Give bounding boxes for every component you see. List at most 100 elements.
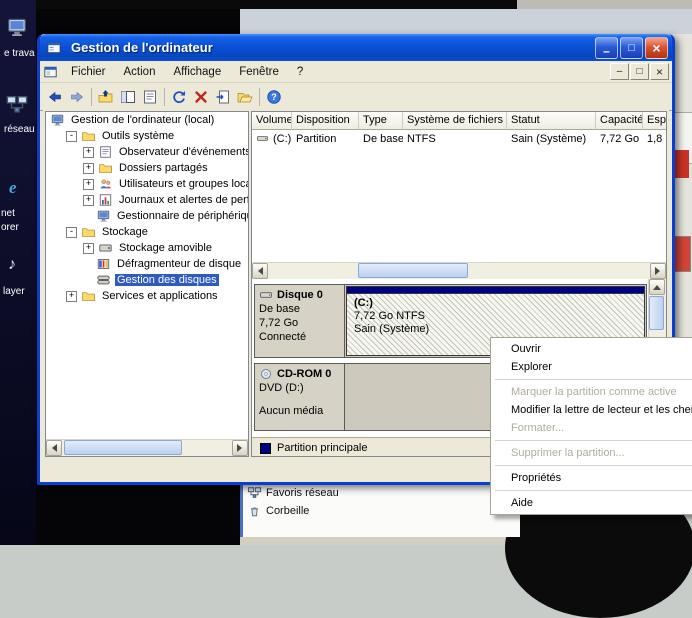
menu-action[interactable]: Action — [115, 64, 165, 80]
show-tree-button[interactable] — [117, 86, 139, 108]
tree-item-gestionnaire-peripheriques[interactable]: Gestionnaire de périphérique — [46, 208, 248, 224]
menu-item-proprietes[interactable]: Propriétés — [493, 469, 692, 487]
up-level-button[interactable] — [95, 86, 117, 108]
tree-item-defragmenteur[interactable]: Défragmenteur de disque — [46, 256, 248, 272]
my-computer-icon[interactable] — [5, 16, 29, 41]
menu-affichage[interactable]: Affichage — [164, 64, 230, 80]
scroll-left-button[interactable] — [46, 440, 62, 456]
recycle-bin-label: Corbeille — [266, 505, 309, 517]
cdrom-media-status: Aucun média — [259, 404, 344, 418]
help-button[interactable] — [263, 86, 285, 108]
tree-expander[interactable]: + — [83, 243, 94, 254]
menu-help[interactable]: ? — [288, 64, 312, 80]
refresh-button[interactable] — [168, 86, 190, 108]
mdi-minimize-button[interactable] — [610, 63, 629, 80]
mdi-restore-button[interactable] — [630, 63, 649, 80]
scrollbar-thumb[interactable] — [358, 263, 468, 278]
properties-button[interactable] — [139, 86, 161, 108]
export-list-button[interactable] — [212, 86, 234, 108]
network-places-label[interactable]: réseau — [4, 124, 35, 135]
column-type[interactable]: Type — [359, 112, 403, 130]
cdrom-name: CD-ROM 0 — [277, 367, 331, 381]
console-tree-pane[interactable]: Gestion de l'ordinateur (local) - Outils… — [45, 111, 249, 457]
volume-list[interactable]: (C:) Partition De base NTFS Sain (Systèm… — [252, 130, 666, 262]
tree-item-stockage[interactable]: - Stockage — [46, 224, 248, 240]
scroll-right-button[interactable] — [232, 440, 248, 456]
console-window-icon[interactable] — [43, 65, 58, 79]
menu-item-ouvrir[interactable]: Ouvrir — [493, 340, 692, 358]
internet-explorer-label-1[interactable]: net — [1, 208, 15, 219]
scrollbar-thumb[interactable] — [649, 296, 664, 330]
list-horizontal-scrollbar[interactable] — [252, 262, 666, 279]
tree-item-gestion-des-disques[interactable]: Gestion des disques — [46, 272, 248, 288]
cdrom-drive-letter: DVD (D:) — [259, 381, 344, 395]
defragmenter-icon — [96, 257, 111, 271]
menu-fenetre[interactable]: Fenêtre — [230, 64, 288, 80]
tree-item-computer-management-local[interactable]: Gestion de l'ordinateur (local) — [46, 112, 248, 128]
disk0-type: De base — [259, 302, 344, 316]
tree-expander[interactable]: + — [83, 147, 94, 158]
column-disposition[interactable]: Disposition — [292, 112, 359, 130]
tree-item-utilisateurs-groupes[interactable]: + Utilisateurs et groupes locau — [46, 176, 248, 192]
menu-item-explorer[interactable]: Explorer — [493, 358, 692, 376]
scroll-up-button[interactable] — [649, 279, 665, 295]
partition-size: 7,72 Go NTFS — [354, 310, 644, 323]
performance-icon — [98, 193, 113, 207]
scroll-right-button[interactable] — [650, 263, 666, 279]
column-statut[interactable]: Statut — [507, 112, 596, 130]
media-player-icon[interactable]: ♪ — [8, 256, 16, 274]
tree-item-observateur-evenements[interactable]: + Observateur d'événements — [46, 144, 248, 160]
cdrom-label-panel[interactable]: CD-ROM 0 DVD (D:) Aucun média — [255, 364, 345, 430]
volume-row-c[interactable]: (C:) Partition De base NTFS Sain (Systèm… — [252, 130, 666, 147]
tree-item-outils-systeme[interactable]: - Outils système — [46, 128, 248, 144]
scroll-left-button[interactable] — [252, 263, 268, 279]
tree-horizontal-scrollbar[interactable] — [46, 439, 248, 456]
background-window-edge — [240, 480, 243, 537]
tree-expander[interactable]: - — [66, 227, 77, 238]
network-favorites-label: Favoris réseau — [266, 487, 339, 499]
menu-fichier[interactable]: Fichier — [62, 64, 115, 80]
forward-button[interactable] — [66, 86, 88, 108]
tree-expander[interactable]: - — [66, 131, 77, 142]
tree-item-stockage-amovible[interactable]: + Stockage amovible — [46, 240, 248, 256]
open-button[interactable] — [234, 86, 256, 108]
fs-cell: NTFS — [403, 133, 507, 145]
window-title: Gestion de l'ordinateur — [71, 40, 593, 55]
disk0-label-panel[interactable]: Disque 0 De base 7,72 Go Connecté — [255, 285, 345, 357]
tree-item-journaux-alertes[interactable]: + Journaux et alertes de perfo — [46, 192, 248, 208]
column-espace[interactable]: Esp — [643, 112, 666, 130]
internet-explorer-label-2[interactable]: orer — [1, 222, 19, 233]
volume-list-header: Volume Disposition Type Système de fichi… — [252, 112, 666, 130]
tree-item-dossiers-partages[interactable]: + Dossiers partagés — [46, 160, 248, 176]
column-capacite[interactable]: Capacité — [596, 112, 643, 130]
my-computer-label[interactable]: e trava — [4, 48, 35, 59]
toolbar-separator — [91, 88, 92, 106]
column-volume[interactable]: Volume — [252, 112, 292, 130]
back-button[interactable] — [44, 86, 66, 108]
tree-expander[interactable]: + — [83, 163, 94, 174]
desktop-item-network-favorites[interactable]: Favoris réseau — [247, 486, 339, 500]
network-places-icon[interactable] — [5, 94, 29, 119]
toolbar-separator — [259, 88, 260, 106]
mdi-close-button[interactable] — [650, 63, 669, 80]
scrollbar-thumb[interactable] — [64, 440, 182, 455]
internet-explorer-icon[interactable]: e — [9, 178, 17, 198]
minimize-button[interactable] — [595, 37, 618, 59]
desktop-item-recycle-bin[interactable]: Corbeille — [247, 504, 309, 518]
tree-expander[interactable]: + — [66, 291, 77, 302]
partition-context-menu: Ouvrir Explorer Marquer la partition com… — [490, 337, 692, 515]
statut-cell: Sain (Système) — [507, 133, 596, 145]
toolbar-separator — [164, 88, 165, 106]
tree-expander[interactable]: + — [83, 179, 94, 190]
menu-item-aide[interactable]: Aide — [493, 494, 692, 512]
tree-expander[interactable]: + — [83, 195, 94, 206]
media-player-label[interactable]: layer — [3, 286, 25, 297]
close-button[interactable] — [645, 37, 668, 59]
maximize-button[interactable] — [620, 37, 643, 59]
column-systeme-fichiers[interactable]: Système de fichiers — [403, 112, 507, 130]
delete-button[interactable] — [190, 86, 212, 108]
legend-label: Partition principale — [277, 442, 368, 454]
title-bar[interactable]: Gestion de l'ordinateur — [40, 34, 672, 61]
menu-item-modifier-lettre[interactable]: Modifier la lettre de lecteur et les che… — [493, 401, 692, 419]
tree-item-services-applications[interactable]: + Services et applications — [46, 288, 248, 304]
